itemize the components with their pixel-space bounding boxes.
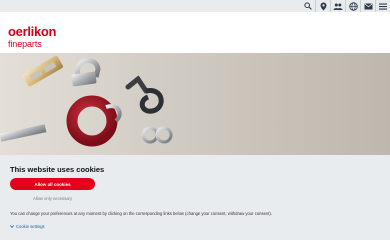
cookie-banner-title: This website uses cookies: [10, 165, 105, 174]
mail-icon[interactable]: [360, 0, 375, 12]
top-utility-bar: [0, 0, 390, 12]
allow-all-cookies-button[interactable]: Allow all cookies: [10, 178, 95, 190]
location-icon[interactable]: [315, 0, 330, 12]
cookie-settings-label: Cookie settings: [16, 224, 45, 229]
red-rubber-ring: [66, 95, 122, 147]
gold-tab-buckle: [22, 55, 63, 87]
silver-padlock-shackle: [71, 58, 101, 87]
cookie-consent-banner: This website uses cookies Allow all cook…: [0, 155, 390, 240]
cookie-settings-link[interactable]: Cookie settings: [10, 224, 45, 229]
silver-bar-part: [0, 124, 47, 142]
brand-logo[interactable]: oerlikon: [8, 25, 56, 38]
silver-double-ring: [141, 126, 173, 144]
globe-icon[interactable]: [345, 0, 360, 12]
brand-subtitle: fineparts: [8, 39, 42, 49]
hero-image: [0, 53, 390, 155]
allow-necessary-cookies-button[interactable]: Allow only necessary: [10, 194, 95, 203]
menu-icon[interactable]: [375, 0, 390, 12]
site-header: oerlikon fineparts: [0, 12, 390, 53]
cookie-info-text: You can change your preferences at any m…: [10, 211, 272, 216]
dark-swivel-snap-hook: [125, 75, 164, 114]
search-icon[interactable]: [301, 0, 315, 12]
people-icon[interactable]: [330, 0, 345, 12]
chevron-down-icon: [10, 224, 14, 229]
